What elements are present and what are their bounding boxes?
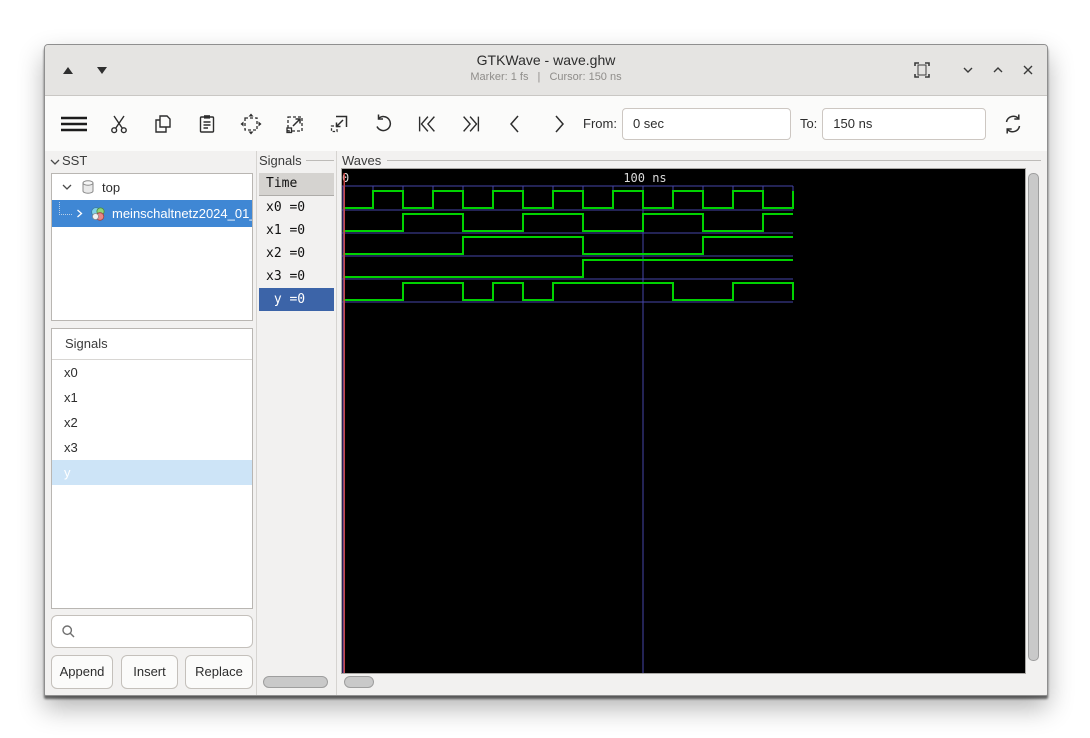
expander-down-icon[interactable] <box>61 181 73 193</box>
sst-header: SST <box>62 153 88 168</box>
menu-button[interactable] <box>57 112 91 136</box>
chevron-left-icon <box>510 115 519 132</box>
waves-panel-label: Waves <box>342 153 382 168</box>
chevron-up-icon <box>993 67 1003 73</box>
close-icon <box>1023 65 1033 75</box>
replace-button[interactable]: Replace <box>185 655 253 689</box>
signals-frame-line <box>306 160 334 161</box>
undo-icon <box>376 114 392 131</box>
list-item-x2[interactable]: x2 <box>52 410 252 435</box>
value-row-y[interactable]: y =0 <box>259 288 334 311</box>
list-item-x3[interactable]: x3 <box>52 435 252 460</box>
zoom-fit-button[interactable] <box>239 112 263 136</box>
minimize-button[interactable] <box>957 59 979 81</box>
fullscreen-icon <box>914 62 930 78</box>
wave-canvas[interactable]: 0 100 ns <box>341 168 1026 674</box>
svg-text:0: 0 <box>342 171 349 185</box>
subtitle-divider: | <box>537 71 541 83</box>
tree-item-meinschaltnetz[interactable]: meinschaltnetz2024_01_ <box>52 200 252 227</box>
zoom-out-icon <box>330 115 348 132</box>
zoom-in-icon <box>286 115 303 133</box>
waves-vscrollbar[interactable] <box>1028 173 1039 661</box>
skip-to-end-icon <box>463 115 480 132</box>
to-input[interactable] <box>822 107 987 140</box>
cut-button[interactable] <box>107 112 131 136</box>
tree-item-label: top <box>102 179 121 195</box>
facility-list-header: Signals <box>52 329 252 360</box>
waves-frame-line <box>387 160 1041 161</box>
left-middle-divider <box>256 151 257 695</box>
insert-button[interactable]: Insert <box>121 655 178 689</box>
paste-button[interactable] <box>195 112 219 136</box>
value-row-x0[interactable]: x0 =0 <box>259 196 334 219</box>
window-subtitle: Marker: 1 fs | Cursor: 150 ns <box>45 71 1047 83</box>
close-button[interactable] <box>1017 59 1039 81</box>
reload-icon <box>1006 114 1021 133</box>
zoom-out-button[interactable] <box>327 112 351 136</box>
time-column-header[interactable]: Time <box>259 173 334 196</box>
tree-item-top[interactable]: top <box>52 174 252 200</box>
signal-search-input[interactable] <box>51 615 253 648</box>
tree-item-label: meinschaltnetz2024_01_ <box>112 206 253 221</box>
window-title: GTKWave - wave.ghw <box>476 52 616 68</box>
signals-panel-label: Signals <box>259 153 302 168</box>
wave-svg: 0 100 ns <box>342 171 794 673</box>
titlebar: GTKWave - wave.ghw Marker: 1 fs | Cursor… <box>45 45 1047 96</box>
hamburger-menu-icon <box>61 116 87 131</box>
zoom-in-button[interactable] <box>283 112 307 136</box>
from-input[interactable] <box>621 107 791 140</box>
gtkwave-window: GTKWave - wave.ghw Marker: 1 fs | Cursor… <box>44 44 1048 696</box>
signals-hscrollbar[interactable] <box>263 676 328 688</box>
list-item-y[interactable]: y <box>52 460 252 485</box>
tree-connector <box>59 202 72 215</box>
to-label: To: <box>799 116 818 131</box>
module-cylinder-icon <box>82 180 94 194</box>
scissors-icon <box>111 115 127 133</box>
content-area: SST top meinschaltnetz2024_01_ Signals x… <box>45 151 1047 695</box>
next-edge-button[interactable] <box>547 112 571 136</box>
zoom-fit-icon <box>240 113 262 134</box>
chevron-right-icon <box>555 115 564 132</box>
middle-waves-divider[interactable] <box>336 151 337 695</box>
value-row-x2[interactable]: x2 =0 <box>259 242 334 265</box>
list-item-x1[interactable]: x1 <box>52 385 252 410</box>
skip-to-start-icon <box>418 115 435 132</box>
append-button[interactable]: Append <box>51 655 113 689</box>
value-row-x1[interactable]: x1 =0 <box>259 219 334 242</box>
sst-tree: top meinschaltnetz2024_01_ <box>51 173 253 321</box>
marker-status: Marker: 1 fs <box>470 71 529 83</box>
component-icon <box>91 206 105 221</box>
toolbar: From: To: <box>45 96 1047 151</box>
copy-button[interactable] <box>151 112 175 136</box>
search-icon <box>62 625 75 638</box>
prev-edge-button[interactable] <box>503 112 527 136</box>
sst-expander-icon[interactable] <box>49 156 61 168</box>
cursor-status: Cursor: 150 ns <box>549 71 622 83</box>
svg-text:100 ns: 100 ns <box>623 171 666 185</box>
reload-button[interactable] <box>1001 112 1025 136</box>
maximize-button[interactable] <box>987 59 1009 81</box>
list-item-x0[interactable]: x0 <box>52 360 252 385</box>
fullscreen-button[interactable] <box>911 59 933 81</box>
chevron-down-icon <box>963 67 973 73</box>
from-label: From: <box>583 116 617 131</box>
copy-icon <box>155 114 171 133</box>
go-to-start-button[interactable] <box>415 112 439 136</box>
waves-hscrollbar[interactable] <box>344 676 374 688</box>
expander-right-icon[interactable] <box>74 208 85 219</box>
facility-list: Signals x0 x1 x2 x3 y <box>51 328 253 609</box>
value-row-x3[interactable]: x3 =0 <box>259 265 334 288</box>
undo-button[interactable] <box>371 112 395 136</box>
clipboard-paste-icon <box>199 114 215 133</box>
go-to-end-button[interactable] <box>459 112 483 136</box>
